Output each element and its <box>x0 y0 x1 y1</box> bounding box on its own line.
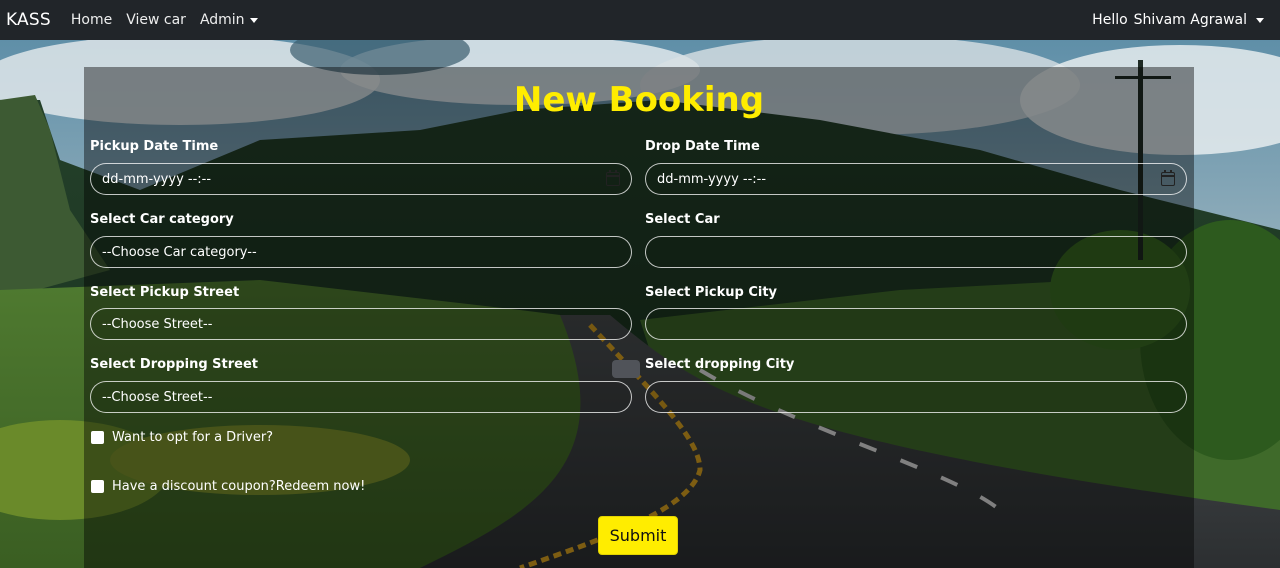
calendar-icon[interactable] <box>606 170 620 186</box>
pickup-datetime-value: dd-mm-yyyy --:-- <box>102 171 212 187</box>
drop-datetime-label: Drop Date Time <box>645 139 760 154</box>
drop-datetime-value: dd-mm-yyyy --:-- <box>657 171 767 187</box>
brand-logo[interactable]: KASS <box>6 10 51 30</box>
driver-checkbox[interactable] <box>91 431 104 444</box>
coupon-checkbox[interactable] <box>91 480 104 493</box>
booking-form-panel: New Booking Pickup Date Time dd-mm-yyyy … <box>84 67 1194 568</box>
coupon-option-row: Have a discount coupon?Redeem now! <box>91 479 365 494</box>
nav-dropdown-admin[interactable]: Admin <box>200 12 258 28</box>
greeting-text: Hello <box>1092 12 1128 28</box>
chevron-down-icon <box>1256 17 1264 23</box>
dropping-street-select[interactable]: --Choose Street-- <box>90 381 632 413</box>
page-title: New Booking <box>513 80 765 120</box>
car-category-label: Select Car category <box>90 212 234 227</box>
nav-link-view-car[interactable]: View car <box>126 12 186 28</box>
pickup-datetime-input[interactable]: dd-mm-yyyy --:-- <box>90 163 632 195</box>
submit-button[interactable]: Submit <box>598 516 678 555</box>
driver-option-row: Want to opt for a Driver? <box>91 430 273 445</box>
pickup-street-value: --Choose Street-- <box>102 316 213 332</box>
car-select[interactable] <box>645 236 1187 268</box>
user-name: Shivam Agrawal <box>1133 12 1247 28</box>
dropping-street-label: Select Dropping Street <box>90 357 259 372</box>
car-category-select[interactable]: --Choose Car category-- <box>90 236 632 268</box>
driver-option-label[interactable]: Want to opt for a Driver? <box>112 430 273 445</box>
car-category-value: --Choose Car category-- <box>102 244 257 260</box>
coupon-option-label[interactable]: Have a discount coupon?Redeem now! <box>112 479 365 494</box>
dropping-city-select[interactable] <box>645 381 1187 413</box>
calendar-icon[interactable] <box>1161 170 1175 186</box>
user-dropdown[interactable]: Shivam Agrawal <box>1134 12 1264 28</box>
nav-dropdown-admin-label: Admin <box>199 12 245 28</box>
pickup-street-select[interactable]: --Choose Street-- <box>90 308 632 340</box>
pickup-datetime-label: Pickup Date Time <box>90 139 219 154</box>
chevron-down-icon <box>249 17 258 23</box>
top-navbar: KASS Home View car Admin Hello Shivam Ag… <box>0 0 1280 40</box>
user-menu-area: Hello Shivam Agrawal <box>1092 12 1280 28</box>
pickup-city-label: Select Pickup City <box>645 285 778 300</box>
pickup-city-select[interactable] <box>645 308 1187 340</box>
dropping-city-label: Select dropping City <box>645 357 795 372</box>
drop-datetime-input[interactable]: dd-mm-yyyy --:-- <box>645 163 1187 195</box>
pickup-street-label: Select Pickup Street <box>90 285 240 300</box>
dropping-street-value: --Choose Street-- <box>102 389 213 405</box>
car-label: Select Car <box>645 212 720 227</box>
nav-link-home[interactable]: Home <box>71 12 112 28</box>
